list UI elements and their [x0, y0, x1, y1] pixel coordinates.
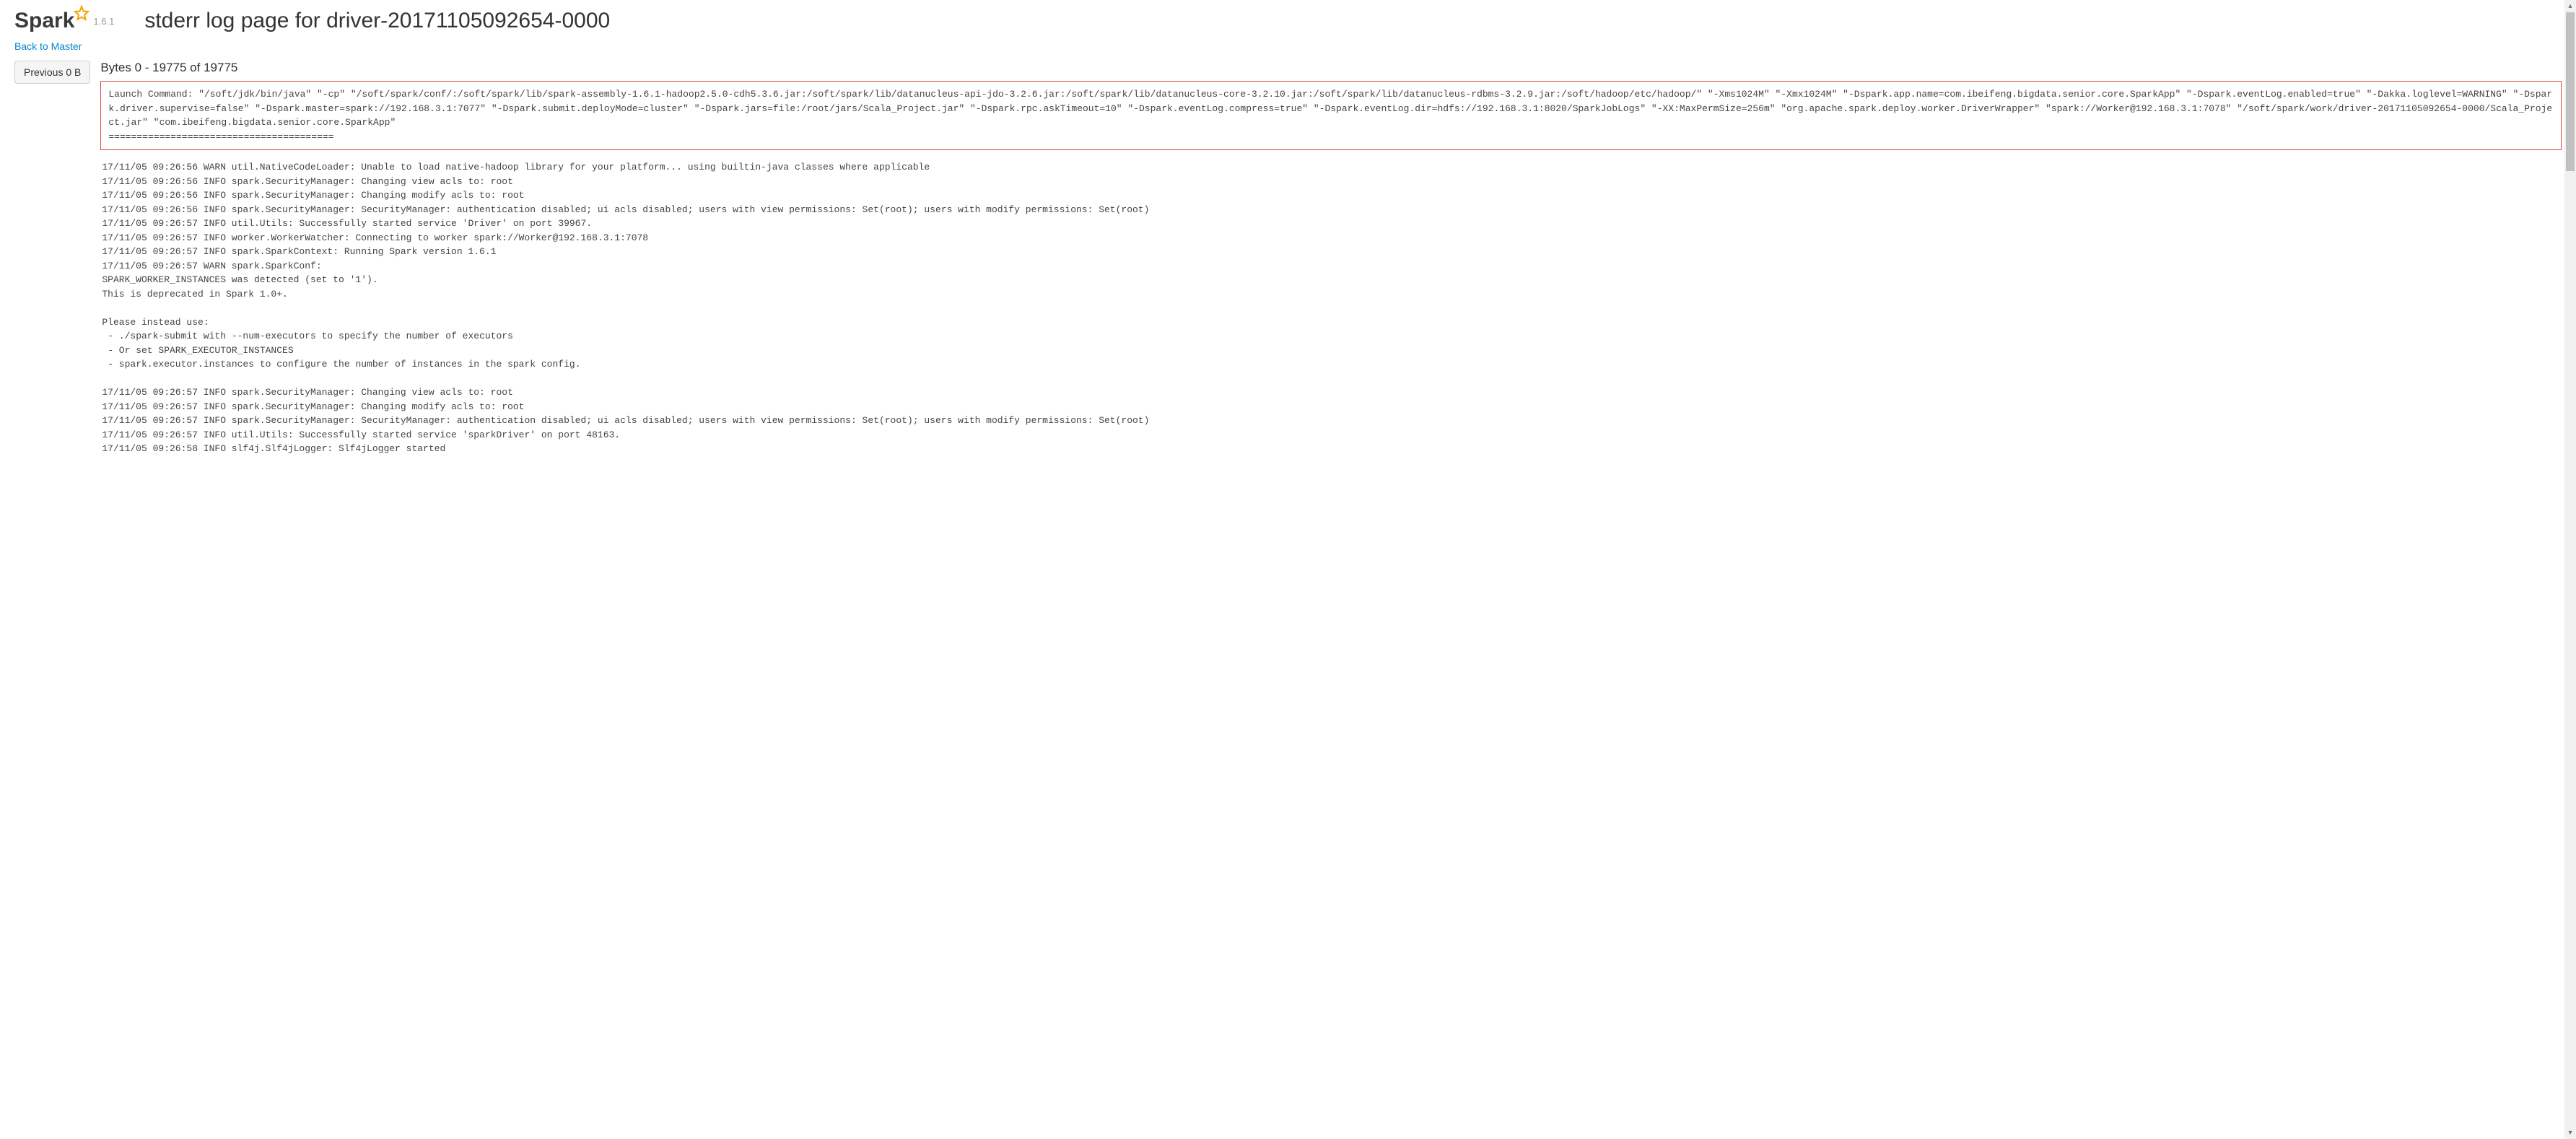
scroll-up-arrow[interactable]: ▴ — [2564, 0, 2576, 12]
launch-command-box: Launch Command: "/soft/jdk/bin/java" "-c… — [100, 81, 2562, 150]
scroll-thumb[interactable] — [2566, 12, 2575, 171]
log-body: 17/11/05 09:26:56 WARN util.NativeCodeLo… — [100, 160, 2562, 456]
back-to-master-link[interactable]: Back to Master — [14, 40, 82, 52]
star-icon — [73, 4, 90, 27]
previous-button[interactable]: Previous 0 B — [14, 61, 90, 84]
logo-text: Spark — [14, 9, 74, 33]
vertical-scrollbar[interactable]: ▴ ▾ — [2564, 0, 2576, 1139]
page-title: stderr log page for driver-2017110509265… — [144, 9, 610, 33]
scroll-down-arrow[interactable]: ▾ — [2564, 1127, 2576, 1139]
version-label: 1.6.1 — [93, 16, 114, 27]
spark-logo[interactable]: Spark 1.6.1 — [14, 9, 114, 33]
byte-range-header: Bytes 0 - 19775 of 19775 — [100, 61, 2562, 75]
page-header: Spark 1.6.1 stderr log page for driver-2… — [14, 9, 2562, 33]
log-column: Bytes 0 - 19775 of 19775 Launch Command:… — [100, 61, 2562, 456]
log-content: Previous 0 B Bytes 0 - 19775 of 19775 La… — [14, 61, 2562, 456]
